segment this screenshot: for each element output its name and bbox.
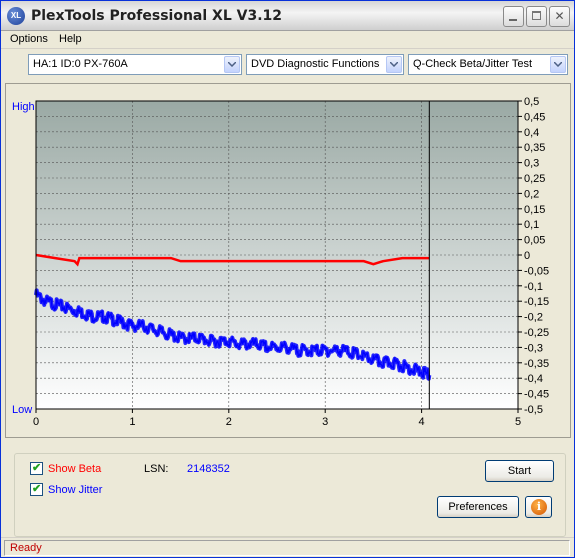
title-bar[interactable]: XL PlexTools Professional XL V3.12 ✕ <box>1 1 574 31</box>
y-tick-label: -0,45 <box>524 389 549 401</box>
lsn-label: LSN: <box>144 463 169 475</box>
info-icon: i <box>531 499 547 515</box>
show-beta-checkbox[interactable]: ✔ <box>30 462 43 475</box>
y-tick-label: 0,2 <box>524 188 539 200</box>
y-axis-high-label: High <box>12 101 35 113</box>
function-select[interactable]: DVD Diagnostic Functions <box>246 54 404 75</box>
y-tick-label: 0,15 <box>524 204 545 216</box>
info-button[interactable]: i <box>525 496 552 518</box>
maximize-button[interactable] <box>526 6 547 27</box>
window-title: PlexTools Professional XL V3.12 <box>31 8 283 24</box>
y-tick-label: -0,4 <box>524 373 543 385</box>
menu-options[interactable]: Options <box>10 33 48 45</box>
menu-bar: Options Help <box>1 31 574 49</box>
y-tick-label: -0,05 <box>524 265 549 277</box>
minimize-button[interactable] <box>503 6 524 27</box>
x-tick-label: 0 <box>33 416 39 428</box>
drive-select[interactable]: HA:1 ID:0 PX-760A <box>28 54 242 75</box>
chevron-down-icon <box>390 62 398 67</box>
y-tick-label: 0,4 <box>524 127 539 139</box>
y-axis-low-label: Low <box>12 404 32 416</box>
y-tick-label: 0,05 <box>524 235 545 247</box>
menu-help[interactable]: Help <box>59 33 82 45</box>
controls-group: ✔ Show Beta ✔ Show Jitter LSN: 2148352 S… <box>14 453 566 537</box>
lsn-value: 2148352 <box>187 463 230 475</box>
test-select[interactable]: Q-Check Beta/Jitter Test <box>408 54 568 75</box>
y-tick-label: 0,3 <box>524 158 539 170</box>
x-tick-label: 2 <box>226 416 232 428</box>
y-tick-label: 0,5 <box>524 96 539 108</box>
test-select-dropdown[interactable] <box>550 56 566 73</box>
maximize-icon <box>532 11 541 20</box>
y-tick-label: 0 <box>524 250 530 262</box>
status-text: Ready <box>10 542 42 554</box>
checkmark-icon: ✔ <box>32 483 42 495</box>
show-jitter-checkbox[interactable]: ✔ <box>30 483 43 496</box>
y-tick-label: -0,2 <box>524 312 543 324</box>
x-tick-label: 3 <box>322 416 328 428</box>
beta-jitter-chart: 0,5 0,45 0,4 0,35 0,3 0,25 0,2 0,15 0,1 0,05 0 -0,0… <box>12 96 549 428</box>
show-beta-label[interactable]: Show Beta <box>48 463 101 475</box>
y-tick-label: 0,45 <box>524 111 545 123</box>
app-icon[interactable]: XL <box>7 7 25 25</box>
chevron-down-icon <box>554 62 562 67</box>
drive-select-value: HA:1 ID:0 PX-760A <box>33 58 128 70</box>
y-tick-label: 0,25 <box>524 173 545 185</box>
function-select-value: DVD Diagnostic Functions <box>251 58 380 70</box>
y-tick-label: 0,35 <box>524 142 545 154</box>
y-tick-label: 0,1 <box>524 219 539 231</box>
close-button[interactable]: ✕ <box>549 6 570 27</box>
toolbar: HA:1 ID:0 PX-760A DVD Diagnostic Functio… <box>1 50 574 80</box>
app-window: XL PlexTools Professional XL V3.12 ✕ Opt… <box>0 0 575 558</box>
minimize-icon <box>509 19 517 21</box>
y-tick-label: -0,1 <box>524 281 543 293</box>
close-icon: ✕ <box>554 9 565 23</box>
x-tick-label: 1 <box>129 416 135 428</box>
checkmark-icon: ✔ <box>32 462 42 474</box>
test-select-value: Q-Check Beta/Jitter Test <box>413 58 533 70</box>
start-button[interactable]: Start <box>485 460 554 482</box>
y-tick-label: -0,15 <box>524 296 549 308</box>
y-tick-label: -0,35 <box>524 358 549 370</box>
drive-select-dropdown[interactable] <box>224 56 240 73</box>
status-field: Ready <box>4 540 570 556</box>
status-bar: Ready <box>1 537 574 557</box>
grid <box>36 101 518 409</box>
y-tick-label: -0,3 <box>524 342 543 354</box>
chevron-down-icon <box>228 62 236 67</box>
controls-area: ✔ Show Beta ✔ Show Jitter LSN: 2148352 S… <box>1 441 574 537</box>
preferences-button[interactable]: Preferences <box>437 496 519 518</box>
x-tick-label: 5 <box>515 416 521 428</box>
x-tick-label: 4 <box>419 416 425 428</box>
show-jitter-label[interactable]: Show Jitter <box>48 484 102 496</box>
function-select-dropdown[interactable] <box>386 56 402 73</box>
y-tick-label: -0,25 <box>524 327 549 339</box>
y-tick-label: -0,5 <box>524 404 543 416</box>
chart-panel: 0,5 0,45 0,4 0,35 0,3 0,25 0,2 0,15 0,1 0,05 0 -0,0… <box>5 83 571 438</box>
